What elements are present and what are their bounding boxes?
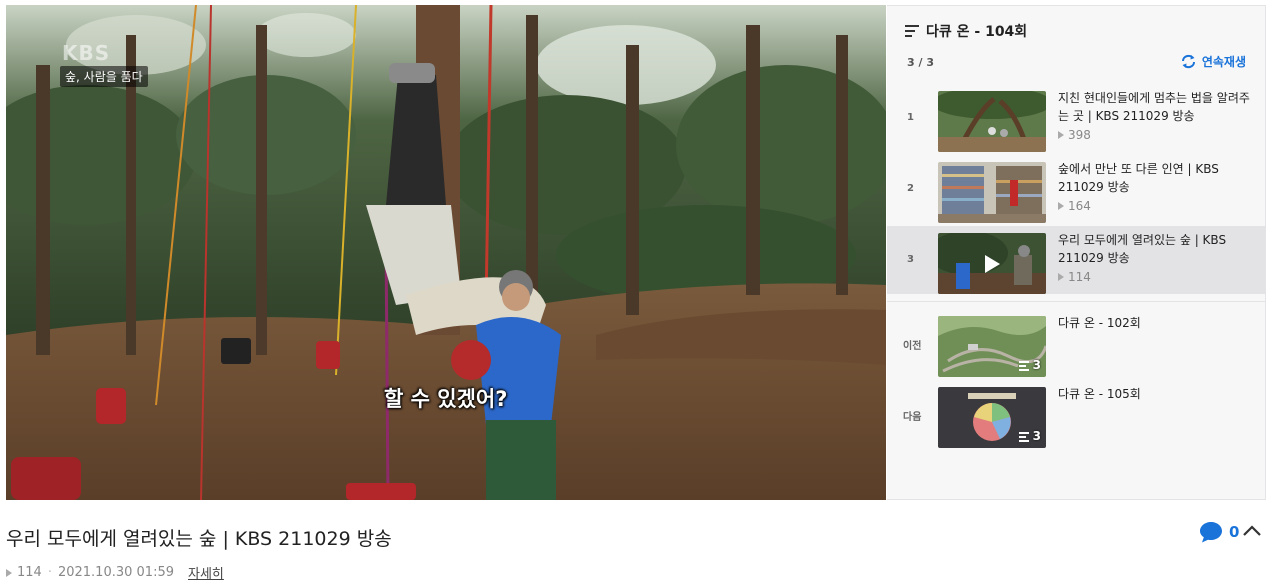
video-meta: 114 · 2021.10.30 01:59 자세히 [6, 563, 224, 582]
playlist-item[interactable]: 1 지친 현대인들에게 멈추는 법을 알려주는 곳 | KBS 211029 방… [887, 84, 1266, 152]
play-count-icon [1058, 131, 1064, 139]
playlist-item-index: 1 [907, 112, 914, 123]
playlist-header: 다큐 온 - 104회 [887, 6, 1265, 56]
playlist-item-title[interactable]: 숲에서 만난 또 다른 인연 | KBS 211029 방송 [1058, 160, 1258, 196]
playlist-item-title[interactable]: 우리 모두에게 열려있는 숲 | KBS 211029 방송 [1058, 231, 1258, 267]
panel-divider [887, 301, 1266, 302]
next-label: 다음 [903, 412, 922, 423]
channel-logo: KBS [62, 41, 111, 65]
playlist-item-views: 114 [1058, 270, 1091, 284]
previous-episode-thumbnail[interactable]: 3 [938, 316, 1046, 377]
playlist-item-thumbnail[interactable] [938, 91, 1046, 152]
playlist-title: 다큐 온 - 104회 [926, 24, 1028, 40]
play-count-icon [1058, 273, 1064, 281]
detail-link[interactable]: 자세히 [188, 563, 224, 582]
list-menu-icon [905, 25, 919, 37]
playlist-item[interactable]: 2 숲에서 만난 또 다른 인연 | KBS 211029 방송 164 [887, 155, 1266, 223]
comment-bubble-icon [1200, 522, 1222, 543]
view-count: 114 [17, 565, 42, 580]
episode-count-badge: 3 [1018, 358, 1041, 372]
next-episode-thumbnail[interactable]: 3 [938, 387, 1046, 448]
video-subtitle: 할 수 있겠어? [384, 387, 508, 411]
play-count-icon [1058, 202, 1064, 210]
playlist-icon [1018, 360, 1029, 371]
playlist-item-thumbnail[interactable] [938, 233, 1046, 294]
autoplay-label: 연속재생 [1201, 55, 1246, 69]
upload-date: 2021.10.30 01:59 [57, 565, 174, 580]
video-player[interactable]: KBS 숲, 사람을 품다 할 수 있겠어? [6, 5, 886, 500]
playlist-icon [1018, 431, 1029, 442]
playlist-item-index: 2 [907, 183, 914, 194]
previous-label: 이전 [903, 341, 922, 352]
next-episode-title[interactable]: 다큐 온 - 105회 [1058, 385, 1258, 403]
repeat-icon [1181, 54, 1195, 69]
episode-count-badge: 3 [1018, 429, 1041, 443]
playlist-item-index: 3 [907, 254, 914, 265]
autoplay-toggle[interactable]: 연속재생 [1180, 53, 1246, 70]
play-count-icon [6, 568, 12, 577]
playlist-position: 3 / 3 [907, 56, 934, 69]
video-title: 우리 모두에게 열려있는 숲 | KBS 211029 방송 [6, 528, 392, 550]
playlist-item-title[interactable]: 지친 현대인들에게 멈추는 법을 알려주는 곳 | KBS 211029 방송 [1058, 89, 1258, 125]
playlist-panel: 다큐 온 - 104회 3 / 3 연속재생 1 지친 현대인들에게 멈추는 법… [887, 5, 1266, 500]
meta-separator: · [47, 565, 52, 580]
playlist-item-thumbnail[interactable] [938, 162, 1046, 223]
next-episode[interactable]: 다음 3 다큐 온 - 105회 [887, 380, 1266, 448]
playlist-item-active[interactable]: 3 우리 모두에게 열려있는 숲 | KBS 211029 방송 114 [887, 226, 1266, 294]
comment-button[interactable]: 0 [1199, 521, 1239, 543]
comment-count: 0 [1229, 523, 1240, 541]
playlist-item-views: 164 [1058, 199, 1091, 213]
program-caption: 숲, 사람을 품다 [60, 66, 148, 87]
previous-episode[interactable]: 이전 3 다큐 온 - 102회 [887, 309, 1266, 377]
previous-episode-title[interactable]: 다큐 온 - 102회 [1058, 314, 1258, 332]
playlist-item-views: 398 [1058, 128, 1091, 142]
chevron-up-icon[interactable] [1242, 524, 1262, 538]
